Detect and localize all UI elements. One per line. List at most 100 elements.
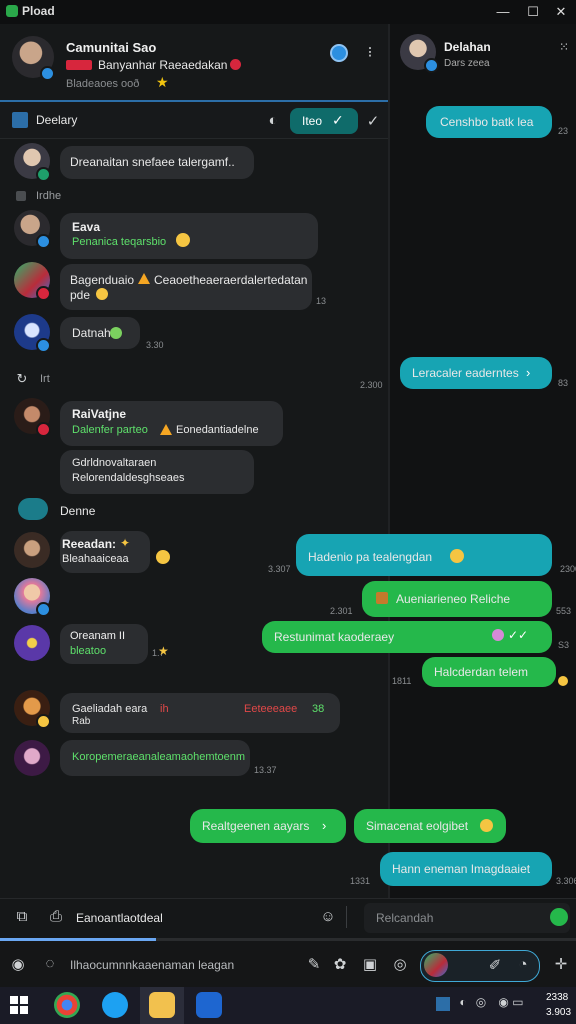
message-bubble[interactable] — [60, 264, 312, 310]
call-icon[interactable] — [330, 44, 348, 62]
send-icon[interactable] — [550, 908, 568, 926]
message-text: Eeteeeaee — [244, 703, 298, 715]
record-icon — [230, 59, 241, 70]
emoji-icon — [96, 288, 108, 300]
history-icon[interactable]: ◌ — [40, 955, 60, 972]
check-icon: ✓ — [332, 112, 344, 128]
message-text: Halcderdan telem — [434, 665, 529, 679]
status-badge-icon — [36, 714, 51, 729]
confirm-icon[interactable]: ✓ — [364, 112, 382, 130]
message-text: Gdrldnovaltaraen — [72, 457, 157, 469]
pinned-label: Deelary — [36, 113, 78, 127]
volume-icon[interactable]: ◎ — [474, 995, 488, 1009]
messenger-icon[interactable] — [102, 992, 128, 1018]
clock-time[interactable]: 2338 — [546, 992, 568, 1003]
link-icon: ↻ — [16, 371, 28, 386]
chat-status: Banyanhar Raeaedakan — [98, 58, 228, 72]
chat-title: Camunitai Sao — [66, 40, 157, 55]
avatar[interactable] — [14, 625, 50, 661]
message-time: 3.30 — [146, 340, 164, 350]
section-icon — [16, 191, 26, 201]
verified-badge-icon — [36, 602, 51, 617]
avatar[interactable] — [14, 740, 50, 776]
wifi-icon[interactable]: ◐ — [456, 995, 470, 1009]
message-time: 23 — [558, 126, 569, 136]
message-text: Denne — [60, 504, 96, 518]
message-time: 2.300 — [360, 380, 383, 390]
status-badge-icon — [36, 286, 51, 301]
pin-icon — [12, 112, 28, 128]
refresh-icon[interactable]: ◐ — [264, 112, 282, 129]
message-time: S3 — [558, 640, 570, 650]
double-check-icon: ✓✓ — [508, 628, 529, 642]
document-icon[interactable]: ⎙ — [46, 908, 66, 925]
start-icon[interactable] — [10, 996, 28, 1014]
expand-icon[interactable]: ✛ — [552, 955, 570, 973]
message-text: Simacenat eolgibet — [366, 819, 469, 833]
emoji-icon — [156, 550, 170, 564]
maximize-button[interactable]: ☐ — [522, 2, 544, 22]
draw-icon[interactable]: ✎ — [304, 955, 324, 973]
clock-date[interactable]: 3.903 — [546, 1007, 571, 1018]
record-button-icon[interactable]: ◎ — [390, 955, 410, 973]
app-icon — [6, 5, 18, 17]
message-time: 3.306 — [556, 876, 576, 886]
timer-icon[interactable]: ◔ — [514, 956, 532, 973]
section-label: Irt — [40, 373, 50, 385]
sender-name: RaiVatjne — [72, 407, 127, 421]
sparkle-icon: ✦ — [120, 536, 131, 550]
side-subtitle: Dars zeea — [444, 58, 490, 69]
poll-icon[interactable] — [18, 498, 48, 520]
message-text: Dreanaitan snefaee talergamf.. — [70, 155, 235, 169]
grid-icon[interactable]: ⁙ — [556, 40, 572, 54]
compose-label: Eanoantlaotdeal — [76, 911, 163, 925]
message-input-placeholder: Relcandah — [376, 911, 434, 925]
message-number: 38 — [312, 703, 325, 715]
minimize-button[interactable]: — — [492, 2, 514, 22]
emoji-picker-icon[interactable]: ☺ — [318, 908, 338, 925]
chat-subline: Bladeaoes ooð — [66, 78, 140, 90]
camera-icon[interactable]: ◉ — [8, 955, 28, 973]
message-time: 2300 — [560, 564, 576, 574]
message-time: 13.37 — [254, 765, 277, 775]
verified-badge-icon — [36, 338, 51, 353]
accept-chip-label: Iteo — [302, 114, 323, 128]
message-text: Realtgeenen aayars — [202, 819, 310, 833]
message-text: Koropemeraeanaleamaohemtoenm — [72, 751, 246, 763]
section-label: Irdhe — [36, 190, 62, 202]
message-text: Eonedantiadelne — [176, 424, 259, 436]
side-pane — [390, 24, 576, 899]
battery-icon[interactable]: ◉ ▭ — [494, 995, 528, 1009]
message-time: 2.301 — [330, 606, 353, 616]
live-badge — [66, 60, 92, 70]
status-badge-icon — [36, 167, 51, 182]
message-time: 553 — [556, 606, 572, 616]
close-button[interactable]: ✕ — [550, 2, 572, 22]
star-icon: ★ — [156, 74, 169, 90]
avatar[interactable] — [14, 532, 50, 568]
star-icon: ★ — [158, 644, 169, 658]
message-time: 1331 — [350, 876, 371, 886]
more-icon[interactable]: ⁝ — [362, 43, 378, 61]
message-text: Leracaler eaderntes — [412, 366, 519, 380]
message-text: Rab — [72, 716, 91, 727]
emoji-icon — [492, 629, 504, 641]
message-text: Ceaoetheaeraerdalertedatan — [154, 273, 308, 287]
sender-subtitle: Penanica teqarsbio — [72, 236, 167, 248]
pen-icon[interactable]: ✐ — [486, 956, 504, 974]
sender-subtitle: Dalenfer parteo — [72, 424, 148, 436]
sticker-icon[interactable]: ✿ — [330, 955, 350, 973]
folder-icon[interactable] — [149, 992, 175, 1018]
bottom-input-placeholder[interactable]: Ilhaocumnnkaaenaman leagan — [70, 958, 234, 972]
accept-chip[interactable] — [290, 108, 358, 134]
attach-icon[interactable]: ⧉ — [12, 908, 32, 925]
message-time: 83 — [558, 378, 569, 388]
calendar-icon[interactable] — [196, 992, 222, 1018]
chrome-icon[interactable] — [54, 992, 80, 1018]
gif-icon[interactable]: ▣ — [360, 955, 380, 973]
verified-badge-icon — [36, 234, 51, 249]
compose-divider — [346, 906, 347, 928]
status-badge-icon — [36, 422, 51, 437]
emoji-icon — [110, 327, 122, 339]
tray-app-icon[interactable] — [436, 997, 450, 1011]
